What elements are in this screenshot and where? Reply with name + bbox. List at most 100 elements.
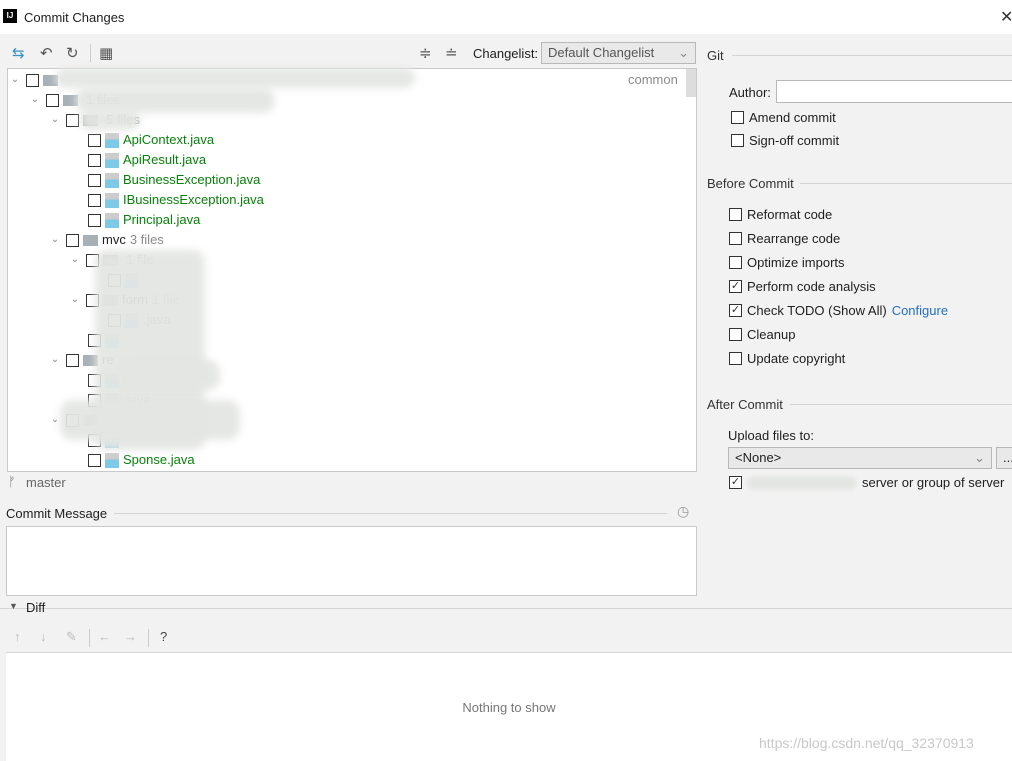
option-label: Perform code analysis [747,279,876,294]
before-commit-option[interactable]: Check TODO (Show All) Configure [729,303,948,318]
signoff-label: Sign-off commit [749,133,840,148]
chevron-down-icon[interactable]: ⌄ [28,90,42,110]
chevron-down-icon[interactable]: ⌄ [8,70,22,90]
tree-row[interactable]: ApiResult.java [88,150,206,170]
group-by-icon[interactable]: ▦ [99,44,113,62]
chevron-down-icon[interactable]: ⌄ [68,290,82,310]
branch-name: master [26,475,66,490]
include-checkbox[interactable] [66,233,79,247]
intellij-logo-icon: IJ [3,9,17,23]
include-checkbox[interactable] [88,173,101,187]
option-label: Reformat code [747,207,833,222]
tree-row[interactable]: Sponse.java [88,450,195,470]
path-suffix: common [628,72,678,87]
include-checkbox[interactable] [88,453,101,467]
chevron-down-icon[interactable]: ⌄ [68,250,82,270]
option-checkbox[interactable] [729,304,742,317]
chevron-down-icon[interactable]: ⌄ [48,350,62,370]
commit-message-input[interactable] [6,526,697,596]
signoff-commit-checkbox[interactable]: Sign-off commit [731,133,839,148]
amend-commit-checkbox[interactable]: Amend commit [731,110,836,125]
tree-row-name: IBusinessException.java [123,192,264,207]
upload-select[interactable]: <None> ⌄ [728,447,992,469]
author-input[interactable] [776,80,1012,103]
after-commit-header: After Commit [707,397,783,412]
window-title: Commit Changes [24,10,125,25]
tree-row-name: ApiResult.java [123,152,207,167]
tree-row[interactable]: ⌄ common [8,70,678,90]
option-checkbox[interactable] [729,208,742,221]
option-checkbox[interactable] [729,352,742,365]
edit-icon[interactable]: ✎ [66,629,77,645]
configure-link[interactable]: Configure [892,303,948,318]
arrow-right-icon[interactable]: → [124,629,137,644]
help-icon[interactable]: ? [160,629,167,644]
git-header: Git [707,48,724,63]
history-icon[interactable]: ◷ [677,503,689,520]
option-checkbox[interactable] [729,328,742,341]
java-file-icon [105,132,119,148]
option-label: Cleanup [747,327,796,342]
rollback-icon[interactable]: ↶ [40,44,53,62]
expand-all-icon[interactable]: ≑ [419,44,432,62]
author-label: Author: [729,85,771,100]
diff-toggle-icon[interactable]: ▼ [9,601,18,611]
server-label: server or group of server [862,475,1005,490]
include-checkbox[interactable] [46,93,59,107]
include-checkbox[interactable] [66,113,79,127]
java-file-icon [105,152,119,168]
title-bar: IJ Commit Changes ✕ [0,0,1012,34]
changelist-select[interactable]: Default Changelist ⌄ [541,42,696,64]
upload-label: Upload files to: [728,428,814,443]
option-checkbox[interactable] [729,232,742,245]
arrow-up-icon[interactable]: ↑ [14,629,21,644]
chevron-down-icon[interactable]: ⌄ [48,110,62,130]
tree-row-name: ApiContext.java [123,132,215,147]
java-file-icon [105,192,119,208]
option-label: Check TODO (Show All) [747,303,887,318]
tree-scrollbar[interactable] [686,69,696,97]
diff-empty-text: Nothing to show [462,700,556,715]
option-checkbox[interactable] [729,280,742,293]
tree-row[interactable]: IBusinessException.java [88,190,264,210]
include-checkbox[interactable] [66,353,79,367]
include-checkbox[interactable] [26,73,39,87]
before-commit-option[interactable]: Rearrange code [729,231,840,246]
folder-icon [83,234,98,246]
commit-message-label: Commit Message [6,506,108,521]
before-commit-option[interactable]: Optimize imports [729,255,845,270]
before-commit-option[interactable]: Cleanup [729,327,795,342]
chevron-down-icon: ⌄ [974,450,985,465]
changelist-value: Default Changelist [548,45,655,60]
watermark: https://blog.csdn.net/qq_32370913 [759,735,974,751]
tree-row[interactable]: Principal.java [88,210,200,230]
java-file-icon [105,452,119,468]
java-file-icon [105,212,119,228]
before-commit-header: Before Commit [707,176,794,191]
option-checkbox[interactable] [729,256,742,269]
include-checkbox[interactable] [88,193,101,207]
chevron-down-icon[interactable]: ⌄ [48,230,62,250]
before-commit-option[interactable]: Reformat code [729,207,832,222]
before-commit-option[interactable]: Update copyright [729,351,845,366]
collapse-icon[interactable]: ⇆ [12,44,25,62]
include-checkbox[interactable] [88,133,101,147]
option-label: Optimize imports [747,255,845,270]
tree-row-name: Sponse.java [123,452,195,467]
server-checkbox[interactable]: server or group of server [729,475,1004,490]
browse-button[interactable]: ... [996,447,1012,469]
include-checkbox[interactable] [88,153,101,167]
changelist-label: Changelist: [473,46,539,61]
collapse-all-icon[interactable]: ≐ [445,44,458,62]
tree-row[interactable]: ⌄ mvc 3 files [48,230,164,250]
tree-row[interactable]: BusinessException.java [88,170,260,190]
diff-label[interactable]: Diff [26,600,45,615]
arrow-down-icon[interactable]: ↓ [40,629,47,644]
arrow-left-icon[interactable]: ← [98,629,111,644]
close-icon[interactable]: ✕ [1000,7,1012,27]
before-commit-option[interactable]: Perform code analysis [729,279,876,294]
tree-row[interactable]: ApiContext.java [88,130,214,150]
include-checkbox[interactable] [88,213,101,227]
refresh-icon[interactable]: ↻ [66,44,79,62]
java-file-icon [105,172,119,188]
